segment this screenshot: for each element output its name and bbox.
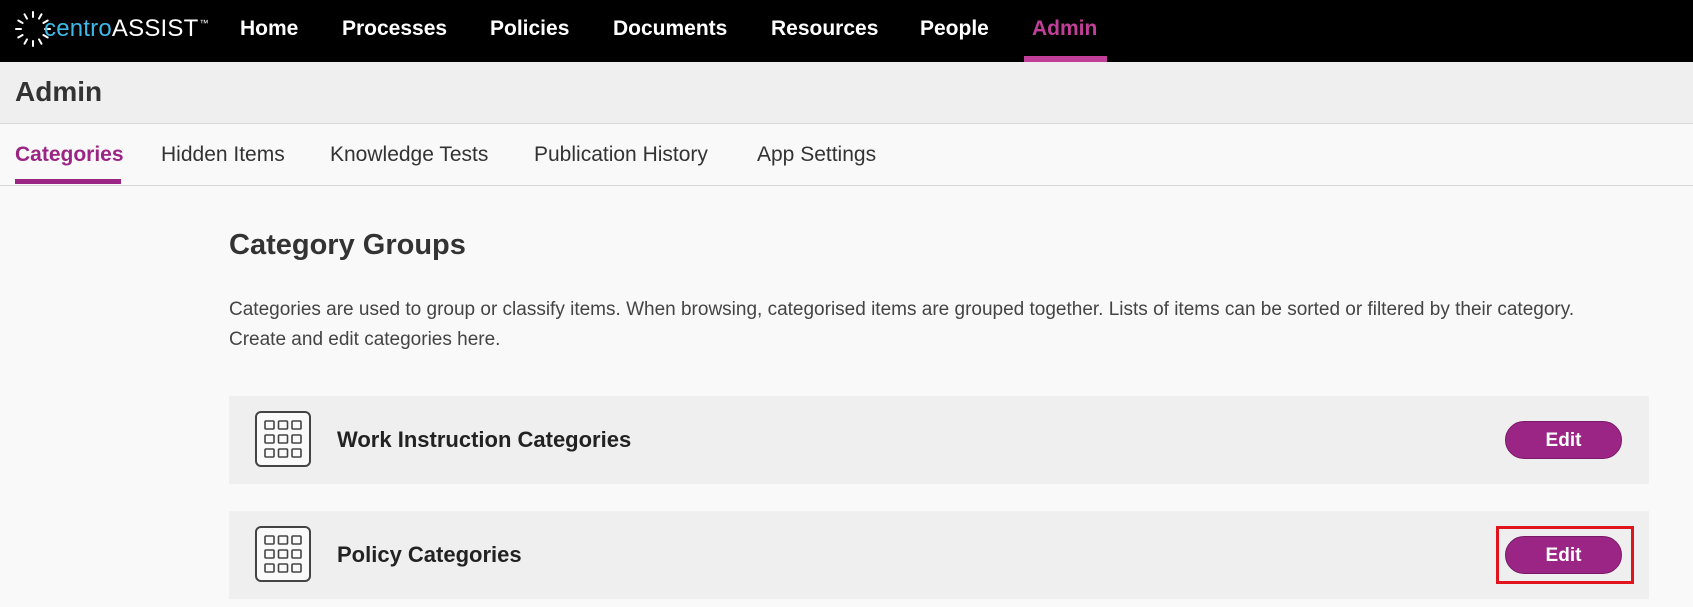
tab-knowledge-tests[interactable]: Knowledge Tests <box>330 143 488 167</box>
page-header: Admin <box>0 62 1693 124</box>
nav-home[interactable]: Home <box>240 0 298 62</box>
category-group-name: Work Instruction Categories <box>337 427 632 452</box>
logo-brand-part2: ASSIST <box>111 15 199 42</box>
tab-publication-history[interactable]: Publication History <box>534 143 708 167</box>
grid-icon <box>255 526 311 582</box>
section-description: Categories are used to group or classify… <box>229 299 1575 350</box>
nav-admin[interactable]: Admin <box>1032 0 1097 62</box>
tab-categories[interactable]: Categories <box>15 143 124 167</box>
admin-tabs: Categories Hidden Items Knowledge Tests … <box>0 124 1693 186</box>
nav-resources[interactable]: Resources <box>771 0 878 62</box>
tab-app-settings[interactable]: App Settings <box>757 143 876 167</box>
logo-brand-part1: centro <box>44 15 112 42</box>
centroassist-logo[interactable]: centroASSIST™ <box>14 8 209 50</box>
grid-icon <box>255 411 311 467</box>
section-title: Category Groups <box>229 229 466 261</box>
nav-people[interactable]: People <box>920 0 989 62</box>
edit-button[interactable]: Edit <box>1505 421 1622 459</box>
category-group-name: Policy Categories <box>337 542 522 567</box>
top-nav-bar: centroASSIST™ Home Processes Policies Do… <box>0 0 1693 62</box>
nav-processes[interactable]: Processes <box>342 0 447 62</box>
tab-hidden-items[interactable]: Hidden Items <box>161 143 285 167</box>
edit-button[interactable]: Edit <box>1505 536 1622 574</box>
category-group-row: Work Instruction Categories Edit <box>229 396 1649 484</box>
logo-wordmark: centroASSIST™ <box>44 15 209 43</box>
nav-documents[interactable]: Documents <box>613 0 727 62</box>
nav-policies[interactable]: Policies <box>490 0 569 62</box>
logo-trademark: ™ <box>199 18 209 28</box>
tab-active-indicator <box>15 179 121 184</box>
category-group-row: Policy Categories Edit <box>229 511 1649 599</box>
page-title: Admin <box>15 76 103 107</box>
